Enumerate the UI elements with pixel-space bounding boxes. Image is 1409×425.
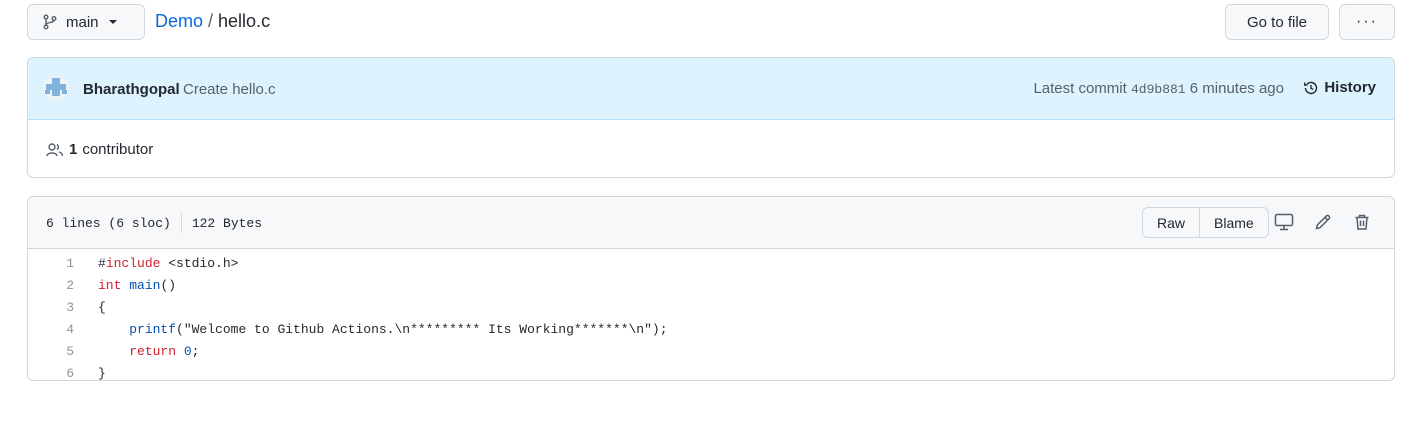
code-token: } <box>98 365 106 381</box>
file-info: 6 lines (6 sloc) 122 Bytes <box>46 213 262 233</box>
caret-down-icon <box>108 20 117 24</box>
code-line: 3{ <box>28 296 1394 318</box>
file-size: 122 Bytes <box>191 215 263 231</box>
line-content: return 0; <box>78 344 199 359</box>
edit-file-button[interactable] <box>1312 211 1334 233</box>
file-navigation: main Demo / hello.c Go to file ··· <box>27 4 1395 40</box>
code-token: () <box>160 277 177 293</box>
code-token: { <box>98 299 106 315</box>
divider <box>180 213 182 233</box>
code-token: # <box>98 255 106 271</box>
code-token: printf <box>129 321 177 337</box>
code-token: include <box>105 255 161 271</box>
line-number[interactable]: 2 <box>28 278 78 293</box>
raw-button[interactable]: Raw <box>1143 208 1199 237</box>
code-token: main <box>129 277 161 293</box>
line-number[interactable]: 1 <box>28 256 78 271</box>
file-name: hello.c <box>218 11 271 31</box>
contributor-count: 1 <box>69 141 78 158</box>
avatar[interactable] <box>43 75 69 101</box>
raw-blame-group: Raw Blame <box>1142 207 1269 238</box>
code-line: 6} <box>28 362 1394 381</box>
history-link[interactable]: History <box>1303 79 1376 96</box>
blame-button[interactable]: Blame <box>1199 208 1268 237</box>
code-line: 2 int main() <box>28 274 1394 296</box>
contributor-label: contributor <box>82 141 154 158</box>
history-icon <box>1304 81 1318 94</box>
file-header: 6 lines (6 sloc) 122 Bytes Raw Blame <box>28 197 1394 249</box>
trash-icon <box>1355 214 1369 230</box>
line-content: } <box>78 366 106 381</box>
git-branch-icon <box>43 14 57 30</box>
branch-name: main <box>66 13 99 31</box>
repo-link[interactable]: Demo <box>155 11 203 31</box>
line-content: int main() <box>78 278 176 293</box>
code-line: 1 #include <stdio.h> <box>28 252 1394 274</box>
desktop-icon <box>1274 213 1294 231</box>
latest-commit-info: Latest commit 4d9b881 6 minutes ago <box>1033 80 1284 97</box>
commit-box: Bharathgopal Create hello.c Latest commi… <box>27 57 1395 178</box>
code-token: 0 <box>183 343 192 359</box>
line-number[interactable]: 3 <box>28 300 78 315</box>
commit-author[interactable]: Bharathgopal <box>83 81 180 98</box>
code-token: <stdio.h> <box>160 255 239 271</box>
code-line: 5 return 0; <box>28 340 1394 362</box>
contributors-link[interactable]: 1 contributor <box>46 141 153 158</box>
line-number[interactable]: 6 <box>28 366 78 381</box>
open-desktop-button[interactable] <box>1273 211 1295 233</box>
pencil-icon <box>1315 214 1331 230</box>
history-label: History <box>1324 79 1376 96</box>
more-options-button[interactable]: ··· <box>1339 4 1395 40</box>
breadcrumb-separator: / <box>208 11 214 31</box>
contributors-row: 1 contributor <box>28 120 1394 177</box>
code-token: ("Welcome to Github Actions.\n********* … <box>176 321 668 337</box>
go-to-file-button[interactable]: Go to file <box>1225 4 1329 40</box>
code-token: ; <box>191 343 200 359</box>
code-token: int <box>98 277 122 293</box>
latest-commit-label: Latest commit <box>1033 80 1127 97</box>
commit-sha[interactable]: 4d9b881 <box>1131 82 1186 97</box>
delete-file-button[interactable] <box>1351 211 1373 233</box>
line-count: 6 lines (6 sloc) <box>46 215 171 231</box>
commit-time: 6 minutes ago <box>1189 80 1284 97</box>
code-line: 4 printf("Welcome to Github Actions.\n**… <box>28 318 1394 340</box>
commit-message[interactable]: Create hello.c <box>183 81 276 98</box>
people-icon <box>46 142 64 156</box>
file-viewer: 6 lines (6 sloc) 122 Bytes Raw Blame 1 #… <box>27 196 1395 381</box>
line-number[interactable]: 4 <box>28 322 78 337</box>
line-content: { <box>78 300 106 315</box>
line-content: #include <stdio.h> <box>78 256 238 271</box>
line-content: printf("Welcome to Github Actions.\n****… <box>78 321 668 337</box>
latest-commit-row: Bharathgopal Create hello.c Latest commi… <box>28 58 1394 120</box>
code-view: 1 #include <stdio.h> 2 int main() 3{4 printf… <box>28 249 1394 381</box>
breadcrumb: Demo / hello.c <box>155 11 270 32</box>
branch-select-button[interactable]: main <box>27 4 145 40</box>
code-token: return <box>129 343 177 359</box>
line-number[interactable]: 5 <box>28 344 78 359</box>
